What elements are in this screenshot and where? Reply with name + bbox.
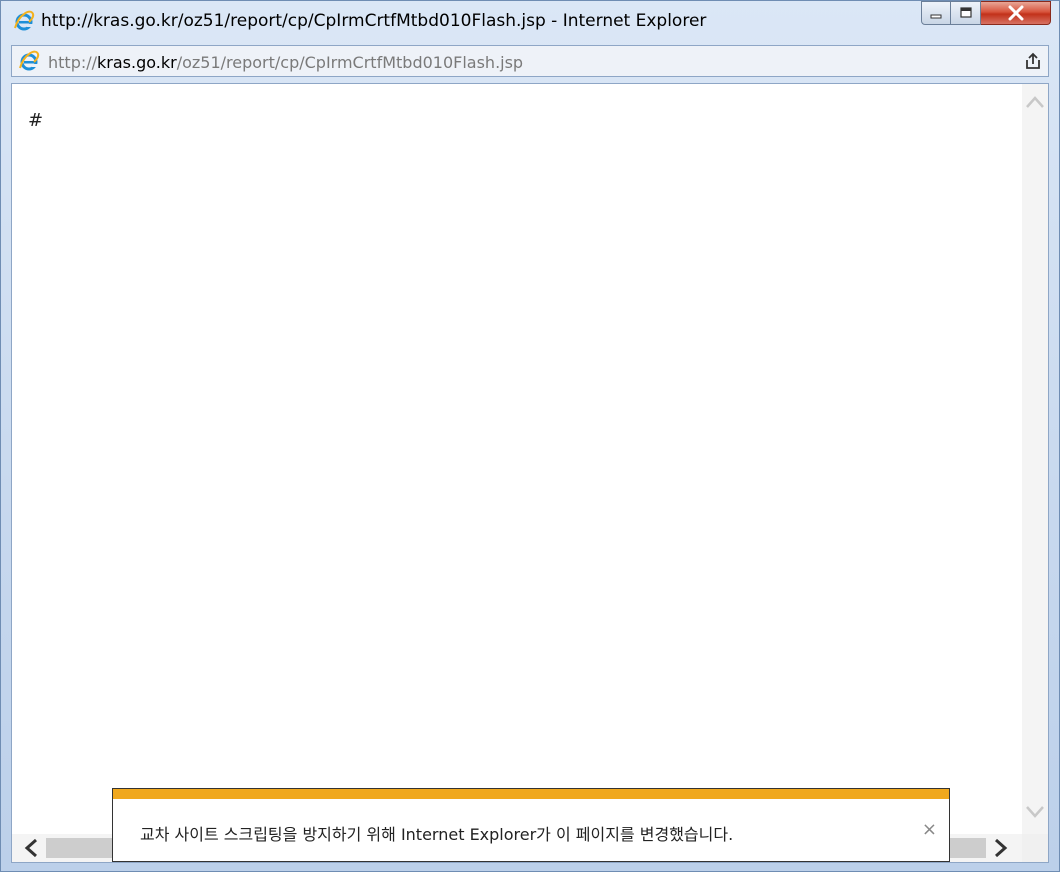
minimize-button[interactable] (921, 1, 951, 25)
notification-close-button[interactable]: × (922, 819, 937, 840)
scroll-up-icon[interactable] (1025, 94, 1045, 110)
share-icon[interactable] (1024, 52, 1042, 70)
window-title: http://kras.go.kr/oz51/report/cp/CpIrmCr… (41, 11, 707, 31)
title-bar: http://kras.go.kr/oz51/report/cp/CpIrmCr… (1, 1, 1059, 41)
url-path: /oz51/report/cp/CpIrmCrtfMtbd010Flash.js… (176, 53, 524, 72)
url-host: kras.go.kr (97, 53, 177, 72)
scroll-left-icon[interactable] (22, 838, 42, 858)
page-content: # (11, 83, 1049, 863)
notification-message: 교차 사이트 스크립팅을 방지하기 위해 Internet Explorer가 … (140, 825, 734, 844)
vertical-scrollbar[interactable] (1022, 84, 1048, 834)
ie-window: http://kras.go.kr/oz51/report/cp/CpIrmCr… (0, 0, 1060, 872)
close-icon (1008, 5, 1023, 21)
scroll-down-icon[interactable] (1025, 804, 1045, 820)
scrollbar-corner (1022, 834, 1048, 862)
address-url[interactable]: http://kras.go.kr/oz51/report/cp/CpIrmCr… (48, 53, 523, 72)
scroll-right-icon[interactable] (990, 838, 1010, 858)
maximize-button[interactable] (951, 1, 981, 25)
maximize-icon (959, 7, 972, 18)
page-body-text: # (28, 110, 44, 131)
url-prefix: http:// (48, 53, 98, 72)
caption-buttons (921, 1, 1051, 27)
ie-logo-icon (19, 50, 40, 71)
notification-accent-strip (113, 789, 949, 799)
xss-notification-bar: 교차 사이트 스크립팅을 방지하기 위해 Internet Explorer가 … (112, 788, 950, 862)
close-button[interactable] (981, 1, 1051, 25)
address-bar[interactable]: http://kras.go.kr/oz51/report/cp/CpIrmCr… (11, 45, 1049, 77)
ie-logo-icon (14, 10, 35, 31)
minimize-icon (930, 14, 942, 19)
